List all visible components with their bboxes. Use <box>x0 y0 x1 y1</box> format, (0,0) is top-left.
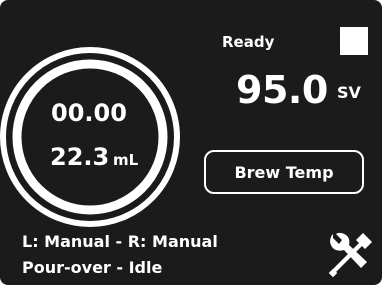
outer-progress-ring <box>12 59 168 215</box>
status-label: Ready <box>222 33 275 51</box>
kettle-mode-line: L: Manual - R: Manual <box>22 232 218 251</box>
setpoint-unit: SV <box>337 83 361 102</box>
status-indicator <box>340 27 368 55</box>
device-screen: 00.00 22.3 mL Ready 95.0 SV Brew Temp L:… <box>0 0 382 285</box>
bottom-tick <box>348 283 350 285</box>
brew-timer: 00.00 <box>51 99 127 127</box>
brew-temp-button[interactable]: Brew Temp <box>204 150 364 194</box>
inner-progress-ring <box>0 47 180 227</box>
tools-icon[interactable] <box>327 230 375 278</box>
pour-volume: 22.3 <box>50 143 110 171</box>
volume-unit: mL <box>113 151 139 169</box>
setpoint-value: 95.0 <box>236 68 328 112</box>
brew-state-line: Pour-over - Idle <box>22 258 163 277</box>
